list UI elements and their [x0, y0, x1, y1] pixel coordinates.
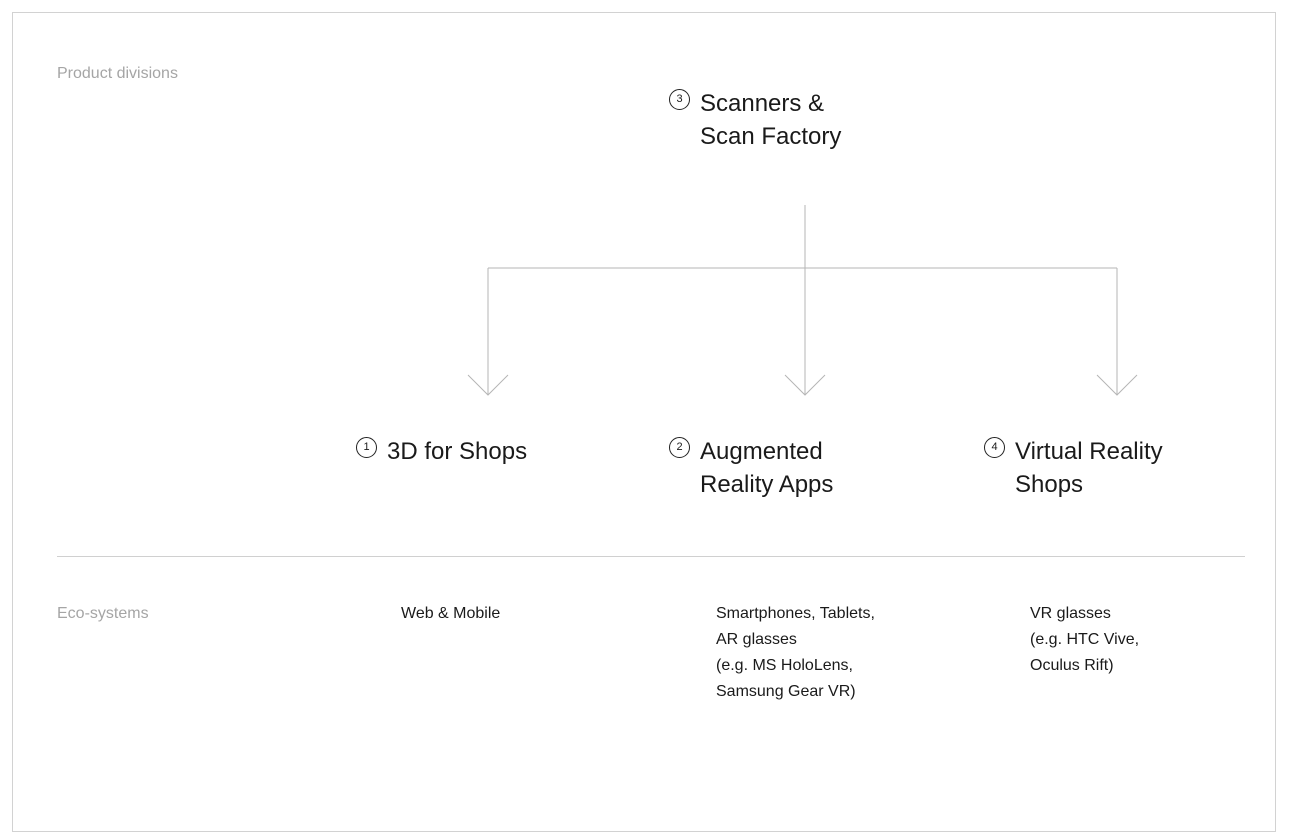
eco-systems-label: Eco-systems — [57, 605, 149, 622]
node-number-badge: 1 — [356, 437, 377, 458]
eco-vr-glasses: VR glasses (e.g. HTC Vive, Oculus Rift) — [1030, 605, 1140, 674]
node-number-badge: 2 — [669, 437, 690, 458]
node-label: Augmented Reality Apps — [700, 438, 834, 498]
node-virtual-reality-shops: 4 Virtual Reality Shops — [984, 435, 1163, 501]
eco-smartphones-tablets-ar: Smartphones, Tablets, AR glasses (e.g. M… — [716, 605, 875, 700]
connector-arrows — [467, 205, 1138, 396]
section-divider — [57, 556, 1245, 557]
node-3d-for-shops: 1 3D for Shops — [356, 435, 527, 468]
node-augmented-reality-apps: 2 Augmented Reality Apps — [669, 435, 833, 501]
eco-web-mobile: Web & Mobile — [401, 605, 501, 622]
node-label: Virtual Reality Shops — [1015, 438, 1163, 498]
node-label: 3D for Shops — [387, 438, 528, 465]
node-number-badge: 4 — [984, 437, 1005, 458]
